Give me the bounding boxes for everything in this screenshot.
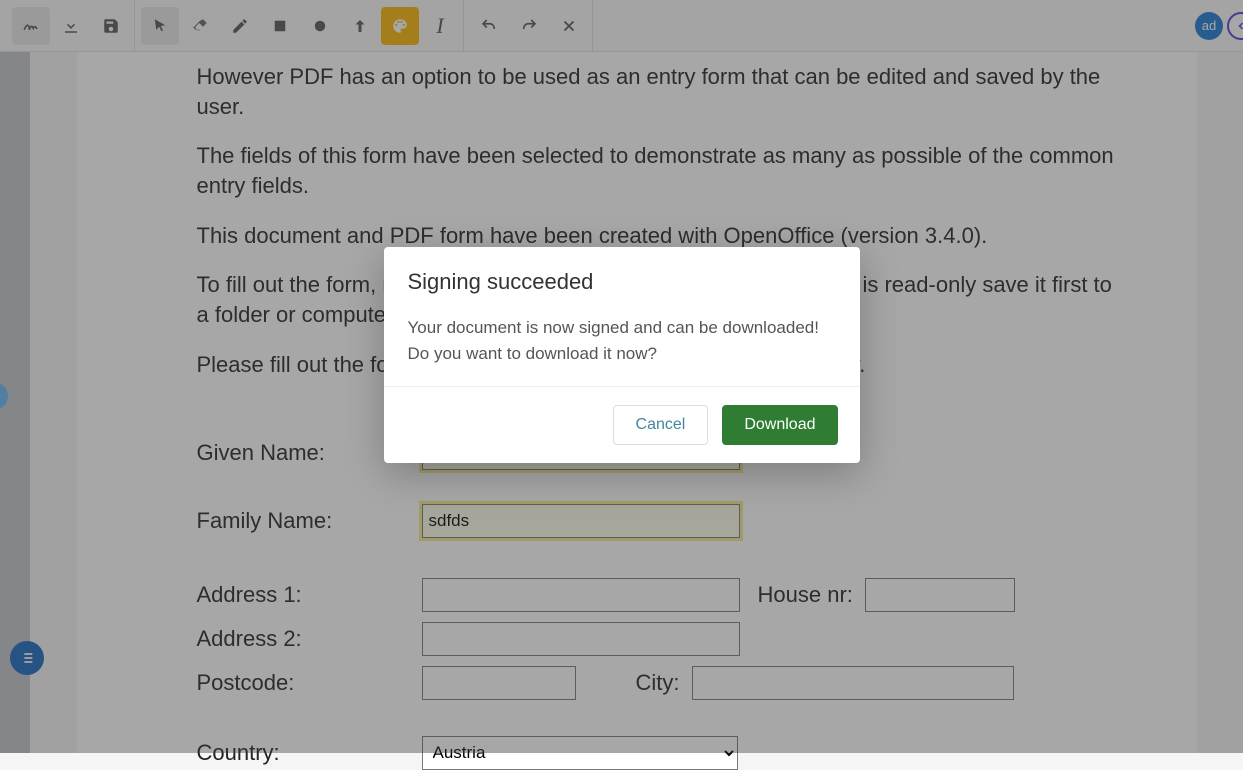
modal-title: Signing succeeded [408,269,836,295]
signing-succeeded-modal: Signing succeeded Your document is now s… [384,247,860,463]
download-button[interactable]: Download [722,405,837,445]
modal-overlay: Signing succeeded Your document is now s… [0,0,1243,753]
modal-footer: Cancel Download [384,386,860,463]
modal-body: Signing succeeded Your document is now s… [384,247,860,386]
cancel-button[interactable]: Cancel [613,405,709,445]
modal-message: Your document is now signed and can be d… [408,315,836,366]
